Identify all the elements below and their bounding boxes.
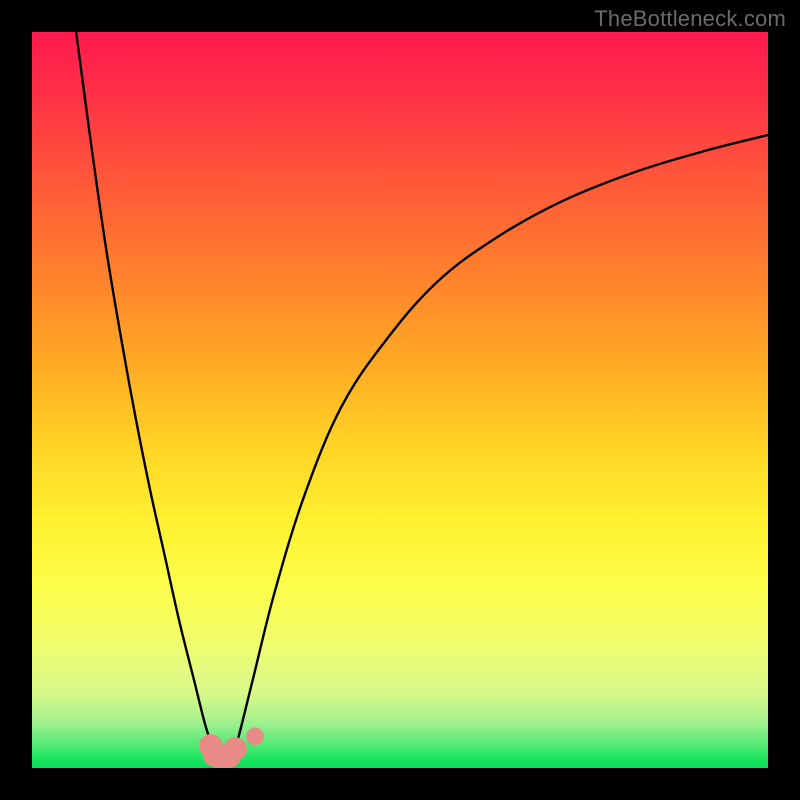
marker-bottom-right (246, 728, 264, 746)
watermark-text: TheBottleneck.com (594, 6, 786, 32)
right-curve (231, 135, 768, 761)
marker-bottom-mid4 (223, 737, 247, 761)
outer-frame: TheBottleneck.com (0, 0, 800, 800)
curve-layer (32, 32, 768, 768)
plot-area (32, 32, 768, 768)
left-curve (76, 32, 220, 761)
